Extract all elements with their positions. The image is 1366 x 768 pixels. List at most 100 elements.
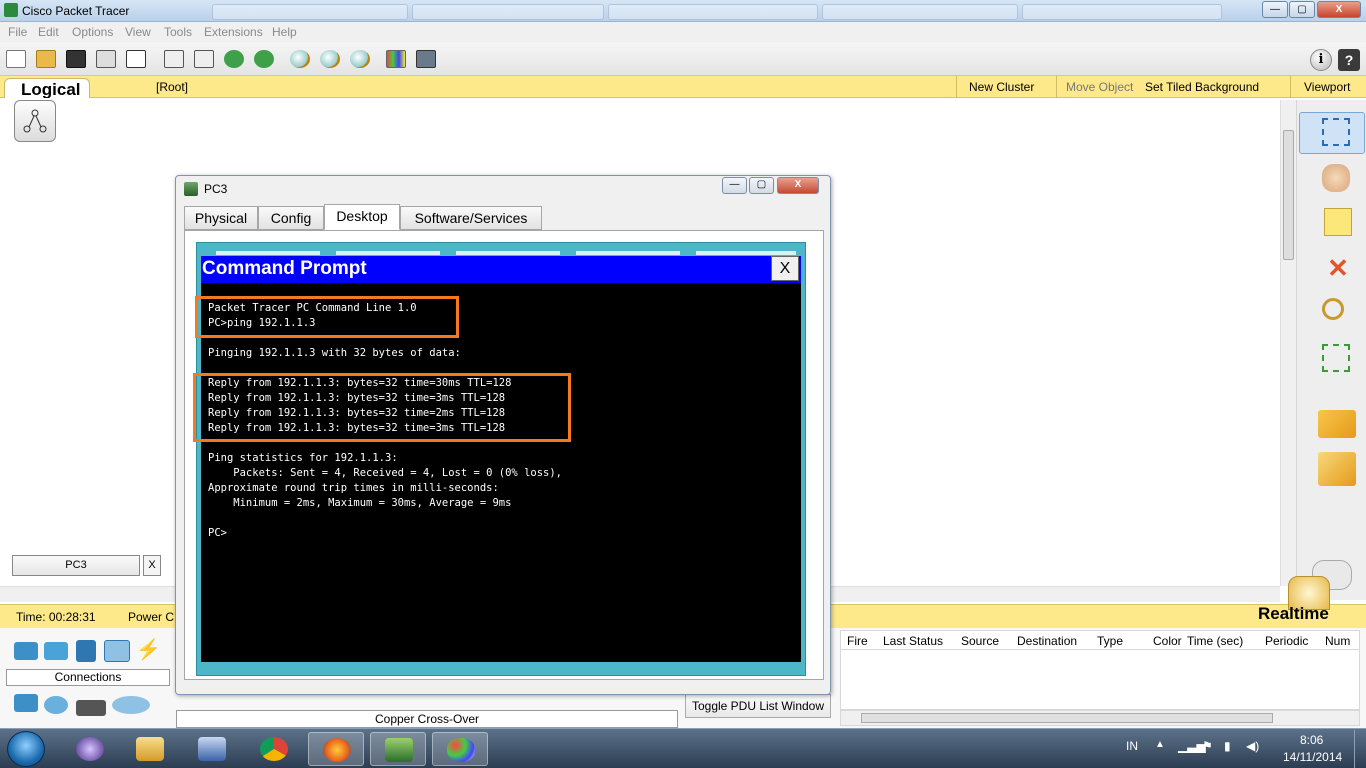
taskbar-explorer[interactable] xyxy=(122,732,178,766)
wan-emulation-icon[interactable] xyxy=(44,696,68,714)
dialog-minimize-button[interactable]: — xyxy=(722,177,747,194)
end-device-icon[interactable] xyxy=(14,694,38,712)
taskbar-chrome[interactable] xyxy=(246,732,302,766)
hand-icon[interactable] xyxy=(1322,164,1350,192)
col-periodic[interactable]: Periodic xyxy=(1265,634,1308,648)
col-fire[interactable]: Fire xyxy=(847,634,868,648)
start-button[interactable] xyxy=(7,731,45,767)
volume-icon[interactable]: ◀) xyxy=(1246,739,1259,753)
copy-icon[interactable] xyxy=(164,50,184,68)
col-last-status[interactable]: Last Status xyxy=(883,634,943,648)
menu-help[interactable]: Help xyxy=(272,25,297,39)
menu-options[interactable]: Options xyxy=(72,25,113,39)
scrollbar-thumb[interactable] xyxy=(1283,130,1294,260)
connections-category-icon[interactable]: ⚡ xyxy=(136,640,161,660)
hub-category-icon[interactable] xyxy=(76,640,96,662)
move-object-button[interactable]: Move Object xyxy=(1066,80,1133,94)
menu-view[interactable]: View xyxy=(125,25,151,39)
add-simple-pdu-icon[interactable] xyxy=(1318,410,1356,438)
language-indicator[interactable]: IN xyxy=(1126,739,1138,753)
save-icon[interactable] xyxy=(66,50,86,68)
custom-device-category-icon[interactable] xyxy=(76,700,106,716)
undo-icon[interactable] xyxy=(224,50,244,68)
background-tab xyxy=(1022,4,1222,20)
root-label[interactable]: [Root] xyxy=(156,80,188,94)
delete-icon[interactable]: ✕ xyxy=(1324,254,1352,282)
logical-tab[interactable]: Logical xyxy=(4,78,90,100)
help-icon[interactable]: ? xyxy=(1338,49,1360,71)
menu-edit[interactable]: Edit xyxy=(38,25,59,39)
tab-desktop[interactable]: Desktop xyxy=(324,204,400,230)
show-hidden-icons-icon[interactable]: ▲ xyxy=(1155,739,1165,750)
show-desktop-button[interactable] xyxy=(1354,730,1366,768)
minimize-button[interactable]: — xyxy=(1262,1,1288,18)
select-icon[interactable] xyxy=(1322,118,1350,146)
pdu-table-body[interactable] xyxy=(840,650,1360,710)
note-icon[interactable] xyxy=(1324,208,1352,236)
tab-config[interactable]: Config xyxy=(258,206,324,230)
command-prompt-title: Command Prompt xyxy=(202,258,367,279)
toolbar: i ? xyxy=(0,42,1366,76)
scrollbar-thumb[interactable] xyxy=(861,713,1273,723)
col-type[interactable]: Type xyxy=(1097,634,1123,648)
network-tray-icon[interactable]: ▮ xyxy=(1224,739,1231,753)
col-destination[interactable]: Destination xyxy=(1017,634,1077,648)
new-icon[interactable] xyxy=(6,50,26,68)
dialog-maximize-button[interactable]: ▢ xyxy=(749,177,774,194)
zoom-out-icon[interactable] xyxy=(350,50,370,68)
dialog-scrollbar[interactable] xyxy=(806,232,822,678)
resize-shape-icon[interactable] xyxy=(1322,344,1350,372)
toggle-pdu-list-button[interactable]: Toggle PDU List Window xyxy=(685,694,831,718)
print-icon[interactable] xyxy=(96,50,116,68)
redo-icon[interactable] xyxy=(254,50,274,68)
logical-topology-icon[interactable] xyxy=(14,100,56,142)
custom-device-icon[interactable] xyxy=(416,50,436,68)
new-cluster-button[interactable]: New Cluster xyxy=(969,80,1034,94)
tab-physical[interactable]: Physical xyxy=(184,206,258,230)
flag-icon[interactable]: ⚑ xyxy=(1202,739,1213,753)
paste-icon[interactable] xyxy=(194,50,214,68)
taskbar-firefox[interactable] xyxy=(308,732,364,766)
wireless-category-icon[interactable] xyxy=(104,640,130,662)
col-color[interactable]: Color xyxy=(1153,634,1182,648)
zoom-reset-icon[interactable] xyxy=(320,50,340,68)
command-prompt-close-button[interactable]: X xyxy=(771,256,799,281)
clock-time[interactable]: 8:06 xyxy=(1300,733,1323,747)
canvas-vertical-scrollbar[interactable] xyxy=(1280,100,1296,586)
set-tiled-background-button[interactable]: Set Tiled Background xyxy=(1145,80,1259,94)
minimized-window-close[interactable]: X xyxy=(143,555,161,576)
menu-file[interactable]: File xyxy=(8,25,27,39)
background-tab xyxy=(822,4,1018,20)
menu-tools[interactable]: Tools xyxy=(164,25,192,39)
switch-category-icon[interactable] xyxy=(44,642,68,660)
console-prompt: PC> xyxy=(208,527,227,539)
zoom-in-icon[interactable] xyxy=(290,50,310,68)
viewport-button[interactable]: Viewport xyxy=(1304,80,1350,94)
dialog-close-button[interactable]: X xyxy=(777,177,819,194)
maximize-button[interactable]: ▢ xyxy=(1289,1,1315,18)
taskbar-network[interactable] xyxy=(184,732,240,766)
inspect-icon[interactable] xyxy=(1322,298,1344,320)
palette-icon[interactable] xyxy=(386,50,406,68)
activity-wizard-icon[interactable] xyxy=(126,50,146,68)
realtime-mode-label[interactable]: Realtime xyxy=(1258,604,1329,624)
col-time[interactable]: Time (sec) xyxy=(1187,634,1243,648)
col-source[interactable]: Source xyxy=(961,634,999,648)
tab-software-services[interactable]: Software/Services xyxy=(400,206,542,230)
minimized-window-pc3[interactable]: PC3 xyxy=(12,555,140,576)
pdu-table-header: Fire Last Status Source Destination Type… xyxy=(840,630,1360,650)
router-category-icon[interactable] xyxy=(14,642,38,660)
pdu-scrollbar[interactable] xyxy=(840,710,1360,726)
taskbar-packet-tracer[interactable] xyxy=(370,732,426,766)
menu-extensions[interactable]: Extensions xyxy=(204,25,263,39)
taskbar-eclipse[interactable] xyxy=(62,732,118,766)
power-cycle-button[interactable]: Power C xyxy=(128,610,174,624)
add-complex-pdu-icon[interactable] xyxy=(1318,452,1356,486)
multiuser-icon[interactable] xyxy=(112,696,150,714)
info-icon[interactable]: i xyxy=(1310,49,1332,71)
clock-date[interactable]: 14/11/2014 xyxy=(1283,750,1342,764)
open-icon[interactable] xyxy=(36,50,56,68)
close-button[interactable]: X xyxy=(1317,1,1361,18)
taskbar-paint[interactable] xyxy=(432,732,488,766)
col-num[interactable]: Num xyxy=(1325,634,1350,648)
